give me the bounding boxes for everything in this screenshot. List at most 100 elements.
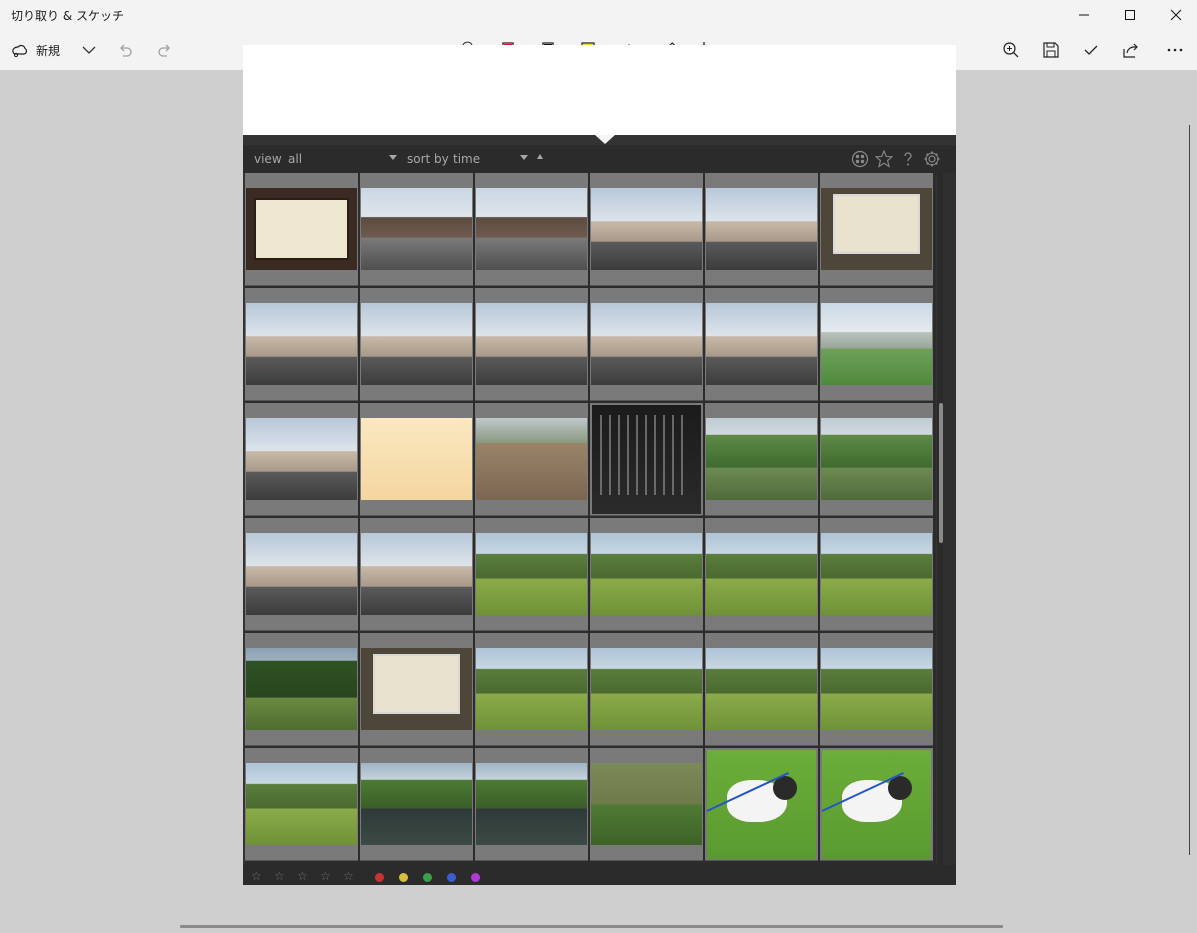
thumbnail-cell[interactable]	[590, 633, 703, 746]
thumbnail-cell[interactable]	[245, 173, 358, 286]
grouping-icon[interactable]	[851, 150, 869, 168]
thumbnail-cell[interactable]	[590, 173, 703, 286]
thumbnail-divider	[705, 860, 818, 861]
thumbnail-divider	[475, 515, 588, 516]
thumbnail-cell[interactable]	[705, 288, 818, 401]
thumbnail-divider	[245, 745, 358, 746]
thumbnail-divider	[360, 400, 473, 401]
title-bar: 切り取り & スケッチ	[0, 0, 1197, 30]
thumbnail-divider	[245, 285, 358, 286]
color-label-dot[interactable]	[399, 873, 408, 882]
thumbnail-divider	[820, 400, 933, 401]
undo-button[interactable]	[114, 34, 136, 66]
thumbnail-cell[interactable]	[360, 633, 473, 746]
thumbnail-image	[821, 533, 932, 615]
undo-icon	[120, 44, 132, 57]
view-dropdown-icon[interactable]	[389, 155, 397, 160]
close-button[interactable]	[1153, 0, 1197, 30]
thumbnail-image	[706, 303, 817, 385]
thumbnail-cell[interactable]	[590, 403, 703, 516]
thumbnail-cell[interactable]	[245, 403, 358, 516]
thumbnail-cell[interactable]	[820, 633, 933, 746]
new-snip-dropdown[interactable]	[78, 34, 100, 66]
maximize-button[interactable]	[1107, 0, 1153, 30]
thumbnail-cell[interactable]	[590, 288, 703, 401]
canvas-horizontal-scrollbar[interactable]	[180, 925, 1003, 928]
rating-star-icon[interactable]: ☆	[320, 869, 331, 883]
thumbnail-cell[interactable]	[590, 518, 703, 631]
thumbnail-cell[interactable]	[475, 173, 588, 286]
thumbnail-divider	[590, 515, 703, 516]
sort-order-icon[interactable]	[537, 154, 543, 159]
thumbnail-cell[interactable]	[360, 403, 473, 516]
share-button[interactable]	[1119, 34, 1143, 66]
thumbnail-cell[interactable]	[360, 748, 473, 861]
save-button[interactable]	[1039, 34, 1063, 66]
thumbnail-image	[246, 418, 357, 500]
thumbnail-image	[361, 303, 472, 385]
thumbnail-image	[361, 188, 472, 270]
thumbnail-cell[interactable]	[820, 173, 933, 286]
thumbnail-cell[interactable]	[360, 288, 473, 401]
thumbnail-cell[interactable]	[705, 518, 818, 631]
thumbnail-cell[interactable]	[820, 288, 933, 401]
rating-star-icon[interactable]: ☆	[251, 869, 262, 883]
thumbnail-image	[591, 303, 702, 385]
redo-icon	[158, 44, 170, 57]
more-options-button[interactable]	[1163, 34, 1187, 66]
thumbnail-divider	[705, 515, 818, 516]
star-overlay-icon[interactable]	[875, 150, 893, 168]
redo-button[interactable]	[154, 34, 176, 66]
sort-value[interactable]: time	[453, 152, 480, 166]
rating-star-icon[interactable]: ☆	[297, 869, 308, 883]
thumbnail-cell[interactable]	[475, 403, 588, 516]
rating-star-icon[interactable]: ☆	[274, 869, 285, 883]
thumbnail-cell[interactable]	[475, 288, 588, 401]
thumbnail-cell[interactable]	[820, 403, 933, 516]
new-snip-button[interactable]: 新規	[10, 34, 70, 66]
gear-icon[interactable]	[923, 150, 941, 168]
thumbnail-divider	[820, 745, 933, 746]
thumbnail-cell[interactable]	[360, 173, 473, 286]
thumbnail-cell[interactable]	[360, 518, 473, 631]
color-label-dot[interactable]	[375, 873, 384, 882]
darktable-lighttable: view all sort by time ☆ ☆ ☆ ☆ ☆	[243, 135, 956, 885]
minimize-button[interactable]	[1061, 0, 1107, 30]
panel-collapse-arrow[interactable]	[595, 135, 615, 144]
color-label-dot[interactable]	[447, 873, 456, 882]
thumbnail-image	[706, 533, 817, 615]
rating-star-icon[interactable]: ☆	[343, 869, 354, 883]
zoom-button[interactable]	[999, 34, 1023, 66]
thumbnail-cell[interactable]	[705, 403, 818, 516]
help-icon[interactable]	[899, 150, 917, 168]
color-label-dot[interactable]	[471, 873, 480, 882]
thumbnail-cell[interactable]	[705, 633, 818, 746]
thumbnail-cell[interactable]	[245, 633, 358, 746]
thumbnail-cell[interactable]	[475, 748, 588, 861]
thumbnail-image	[591, 648, 702, 730]
thumbnail-grid	[245, 173, 936, 865]
thumbnail-image	[821, 188, 932, 270]
thumbnail-image	[821, 418, 932, 500]
copy-button[interactable]	[1079, 34, 1103, 66]
thumbnail-cell[interactable]	[245, 288, 358, 401]
thumbnail-cell[interactable]	[820, 748, 933, 861]
thumbnail-image	[246, 648, 357, 730]
window-title: 切り取り & スケッチ	[11, 9, 124, 23]
save-icon	[1043, 42, 1059, 58]
thumbnail-cell[interactable]	[590, 748, 703, 861]
new-snip-icon	[12, 44, 28, 58]
thumbnail-cell[interactable]	[475, 518, 588, 631]
sort-dropdown-icon[interactable]	[520, 155, 528, 160]
view-filter-value[interactable]: all	[288, 152, 302, 166]
thumbnail-cell[interactable]	[245, 748, 358, 861]
zoom-in-icon	[1003, 42, 1019, 58]
canvas-vertical-scrollbar[interactable]	[1189, 125, 1190, 855]
thumbnail-cell[interactable]	[705, 748, 818, 861]
thumbnail-cell[interactable]	[705, 173, 818, 286]
thumbnail-image	[476, 763, 587, 845]
thumbnail-cell[interactable]	[820, 518, 933, 631]
thumbnail-cell[interactable]	[475, 633, 588, 746]
thumbnail-cell[interactable]	[245, 518, 358, 631]
color-label-dot[interactable]	[423, 873, 432, 882]
